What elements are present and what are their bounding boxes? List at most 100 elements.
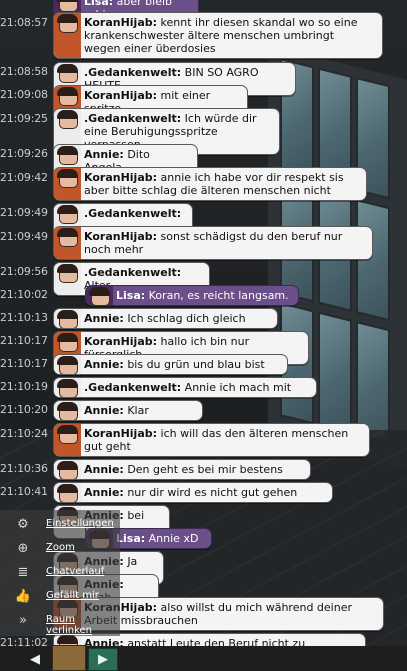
avatar-hair bbox=[57, 169, 78, 178]
menu-item-label[interactable]: Chatverlauf bbox=[46, 566, 104, 577]
share-arrows-icon: » bbox=[19, 613, 27, 628]
menu-item-chat-history[interactable]: ≣ Chatverlauf bbox=[0, 562, 120, 584]
chat-bubble[interactable]: Lisa: Koran, es reicht langsam. bbox=[85, 285, 299, 306]
message-username[interactable]: Annie: bbox=[84, 486, 124, 499]
message-username[interactable]: KoranHijab: bbox=[84, 89, 157, 102]
avatar-hair bbox=[57, 264, 78, 273]
chat-bubble[interactable]: KoranHijab: ich will das den älteren men… bbox=[53, 423, 370, 457]
avatar-hair bbox=[57, 402, 78, 411]
chat-message: 21:10:36 Annie: Den geht es bei mir beste… bbox=[0, 459, 407, 480]
user-avatar-icon[interactable] bbox=[54, 378, 81, 397]
chat-bubble[interactable]: KoranHijab: annie ich habe vor dir respe… bbox=[53, 167, 367, 201]
chat-bubble[interactable]: Annie: nur dir wird es nicht gut gehen bbox=[53, 482, 333, 503]
message-username[interactable]: .Gedankenwelt: bbox=[84, 381, 181, 394]
message-username[interactable]: KoranHijab: bbox=[84, 230, 157, 243]
chat-message: 21:10:24 KoranHijab: ich will das den ält… bbox=[0, 423, 407, 457]
avatar-hair bbox=[57, 333, 78, 342]
prev-arrow-button[interactable]: ◀ bbox=[20, 648, 50, 671]
user-avatar-icon[interactable] bbox=[54, 401, 81, 420]
message-username[interactable]: .Gedankenwelt: bbox=[84, 112, 181, 125]
next-arrow-icon: ▶ bbox=[98, 652, 108, 667]
chat-bubble[interactable]: Annie: Den geht es bei mir bestens bbox=[53, 459, 311, 480]
message-text: Den geht es bei mir bestens bbox=[127, 463, 283, 476]
message-timestamp: 21:09:42 bbox=[0, 171, 48, 184]
chat-bubble[interactable]: .Gedankenwelt: Annie ich mach mit bbox=[53, 377, 317, 398]
chat-message: 21:09:26Annie: Dito Angela bbox=[0, 144, 407, 178]
message-username[interactable]: Lisa: bbox=[116, 289, 145, 302]
message-username[interactable]: Annie: bbox=[84, 358, 124, 371]
message-timestamp: 21:10:36 bbox=[0, 462, 48, 475]
avatar-hair bbox=[57, 379, 78, 388]
user-avatar-icon[interactable] bbox=[54, 168, 81, 200]
message-username[interactable]: Lisa: bbox=[84, 0, 113, 8]
message-text: nur dir wird es nicht gut gehen bbox=[127, 486, 298, 499]
user-avatar-icon[interactable] bbox=[86, 286, 113, 305]
chat-message: 21:10:13 Annie: Ich schlag dich gleich bbox=[0, 308, 407, 329]
user-avatar-icon[interactable] bbox=[54, 13, 81, 58]
chat-message: 21:10:02 Lisa: Koran, es reicht langsam. bbox=[0, 285, 407, 306]
next-arrow-button[interactable]: ▶ bbox=[88, 648, 118, 671]
menu-item-link-room[interactable]: » Raum verlinken bbox=[0, 610, 120, 636]
chat-message: 21:10:20 Annie: Klar bbox=[0, 400, 407, 421]
chat-bubble[interactable]: Annie: Klar bbox=[53, 400, 203, 421]
chat-message: Lisa: aber bleib ruhig bbox=[0, 0, 407, 25]
message-timestamp: 21:08:57 bbox=[0, 16, 48, 29]
user-avatar-icon[interactable] bbox=[54, 483, 81, 502]
message-username[interactable]: Annie: bbox=[84, 148, 124, 161]
message-timestamp: 21:09:08 bbox=[0, 88, 48, 101]
avatar-hair bbox=[57, 461, 78, 470]
chat-message: 21:09:08KoranHijab: mit einer spritze bbox=[0, 85, 407, 119]
message-timestamp: 21:10:20 bbox=[0, 403, 48, 416]
room-menu: ⚙ Einstellungen ⊕ Zoom ≣ Chatverlauf 👍 G… bbox=[0, 510, 120, 636]
message-username[interactable]: .Gedankenwelt: bbox=[84, 207, 181, 220]
avatar-hair bbox=[57, 146, 78, 155]
menu-item-label[interactable]: Gefällt mir bbox=[46, 590, 99, 601]
user-avatar-icon[interactable] bbox=[54, 309, 81, 328]
chat-message: 21:10:41 Annie: nur dir wird es nicht gut… bbox=[0, 482, 407, 503]
thumbs-up-icon: 👍 bbox=[14, 589, 32, 604]
message-username[interactable]: KoranHijab: bbox=[84, 427, 157, 440]
chat-message: 21:09:49.Gedankenwelt: ... bbox=[0, 203, 407, 237]
chat-message: 21:09:25 .Gedankenwelt: Ich würde dir ein… bbox=[0, 108, 407, 155]
avatar-hair bbox=[57, 356, 78, 365]
menu-item-label[interactable]: Zoom bbox=[46, 542, 75, 553]
chat-bubble[interactable]: Annie: Ich schlag dich gleich bbox=[53, 308, 278, 329]
message-username[interactable]: Annie: bbox=[84, 312, 124, 325]
user-avatar-icon[interactable] bbox=[54, 424, 81, 456]
chat-bubble[interactable]: KoranHijab: kennt ihr diesen skandal wo … bbox=[53, 12, 383, 59]
menu-item-label[interactable]: Raum verlinken bbox=[46, 614, 120, 636]
avatar-hair bbox=[57, 14, 78, 23]
message-text: Koran, es reicht langsam. bbox=[148, 289, 289, 302]
message-username[interactable]: Annie: bbox=[84, 404, 124, 417]
message-timestamp: 21:10:19 bbox=[0, 380, 48, 393]
message-username[interactable]: KoranHijab: bbox=[84, 16, 157, 29]
chat-bubble[interactable]: Annie: bis du grün und blau bist bbox=[53, 354, 288, 375]
menu-item-zoom[interactable]: ⊕ Zoom bbox=[0, 538, 120, 560]
chat-message: 21:10:17 Annie: bis du grün und blau bist bbox=[0, 354, 407, 375]
chat-message: 21:10:19 .Gedankenwelt: Annie ich mach mi… bbox=[0, 377, 407, 398]
chat-message: 21:08:58.Gedankenwelt: BIN SO AGRO HEUTE bbox=[0, 62, 407, 96]
room-thumbnail[interactable] bbox=[52, 645, 86, 671]
message-timestamp: 21:09:49 bbox=[0, 206, 48, 219]
user-avatar-icon[interactable] bbox=[54, 227, 81, 259]
menu-item-like[interactable]: 👍 Gefällt mir bbox=[0, 586, 120, 608]
menu-item-settings[interactable]: ⚙ Einstellungen bbox=[0, 514, 120, 536]
avatar-hair bbox=[57, 87, 78, 96]
message-username[interactable]: KoranHijab: bbox=[84, 171, 157, 184]
user-avatar-icon[interactable] bbox=[54, 460, 81, 479]
chat-bubble[interactable]: KoranHijab: sonst schädigst du den beruf… bbox=[53, 226, 373, 260]
message-username[interactable]: KoranHijab: bbox=[84, 335, 157, 348]
message-username[interactable]: Annie: bbox=[84, 463, 124, 476]
message-text: Ich schlag dich gleich bbox=[127, 312, 246, 325]
user-avatar-icon[interactable] bbox=[54, 355, 81, 374]
message-text: Klar bbox=[127, 404, 149, 417]
gear-icon: ⚙ bbox=[17, 517, 29, 532]
menu-item-label[interactable]: Einstellungen bbox=[46, 518, 114, 529]
message-username[interactable]: .Gedankenwelt: bbox=[84, 266, 181, 279]
message-timestamp: 21:09:26 bbox=[0, 147, 48, 160]
message-username[interactable]: .Gedankenwelt: bbox=[84, 66, 181, 79]
chat-message: 21:08:57 KoranHijab: kennt ihr diesen ska… bbox=[0, 12, 407, 59]
message-timestamp: 21:09:25 bbox=[0, 112, 48, 125]
message-username[interactable]: Lisa: bbox=[116, 532, 145, 545]
message-timestamp: 21:10:24 bbox=[0, 427, 48, 440]
